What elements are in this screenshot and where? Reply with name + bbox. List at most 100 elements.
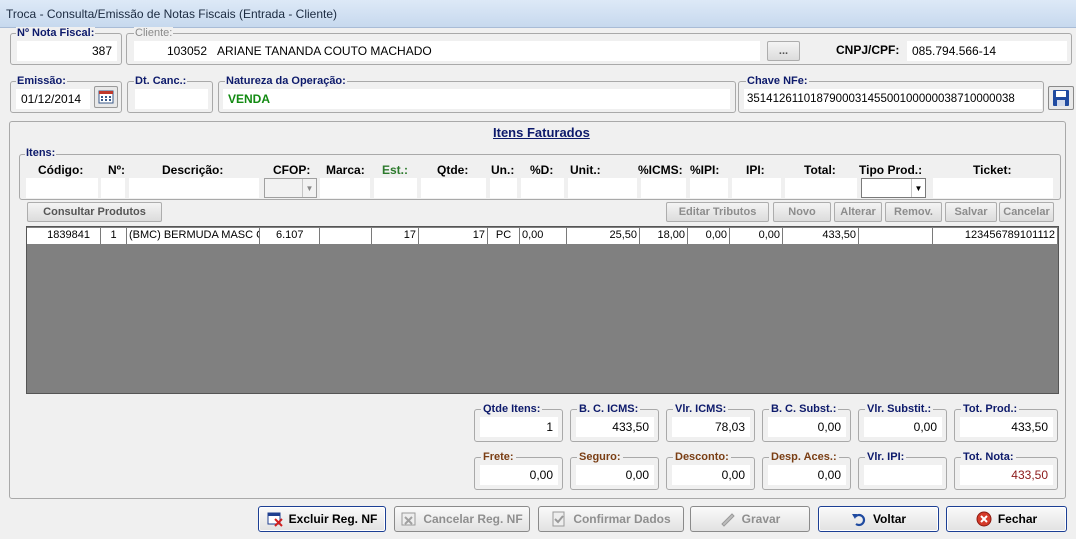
seguro-label: Seguro:	[577, 451, 623, 463]
cell-icms: 18,00	[640, 228, 688, 244]
bc-subst-field: 0,00	[768, 417, 846, 437]
nf-number-field[interactable]: 387	[17, 41, 117, 61]
chevron-down-icon: ▼	[302, 179, 316, 197]
col-ipi: IPI:	[746, 163, 765, 177]
cell-marca	[320, 228, 372, 244]
cell-num: 1	[101, 228, 127, 244]
col-total: Total:	[804, 163, 836, 177]
gravar-label: Gravar	[741, 512, 781, 526]
save-icon[interactable]	[1048, 86, 1074, 110]
dtcanc-field[interactable]	[135, 89, 208, 109]
ticket-input[interactable]	[933, 178, 1053, 198]
cancelar-reg-nf-button[interactable]: Cancelar Reg. NF	[394, 506, 530, 532]
col-tipo: Tipo Prod.:	[859, 163, 923, 177]
col-descricao: Descrição:	[162, 163, 224, 177]
alterar-button[interactable]: Alterar	[834, 202, 882, 222]
desp-field[interactable]: 0,00	[768, 465, 846, 485]
save-disk-icon	[720, 511, 736, 527]
pd-input[interactable]	[521, 178, 564, 198]
icms-input[interactable]	[641, 178, 686, 198]
cfop-select[interactable]: ▼	[264, 178, 317, 198]
calendar-icon[interactable]	[94, 86, 118, 108]
tot-nota-field: 433,50	[960, 465, 1053, 485]
nf-number-label: Nº Nota Fiscal:	[16, 27, 96, 39]
gravar-button[interactable]: Gravar	[690, 506, 810, 532]
cell-est: 17	[372, 228, 419, 244]
cell-ipi-pct: 0,00	[688, 228, 730, 244]
desconto-field[interactable]: 0,00	[672, 465, 750, 485]
cnpj-field[interactable]: 085.794.566-14	[907, 41, 1067, 61]
cliente-name-field[interactable]: ARIANE TANANDA COUTO MACHADO	[212, 41, 760, 61]
cell-pd: 0,00	[520, 228, 567, 244]
unit-input[interactable]	[568, 178, 637, 198]
seguro-field[interactable]: 0,00	[576, 465, 654, 485]
cell-qtde: 17	[419, 228, 488, 244]
vlr-subst-label: Vlr. Substit.:	[865, 403, 934, 415]
salvar-button[interactable]: Salvar	[945, 202, 997, 222]
col-icms: %ICMS:	[638, 163, 683, 177]
descricao-input[interactable]	[129, 178, 259, 198]
cnpj-label: CNPJ/CPF:	[836, 43, 900, 57]
chave-field[interactable]: 3514126110187900031455001000000387100000…	[744, 89, 1042, 109]
desconto-label: Desconto:	[673, 451, 731, 463]
tipo-select[interactable]: ▼	[861, 178, 926, 198]
vlr-subst-field: 0,00	[864, 417, 942, 437]
fechar-button[interactable]: Fechar	[946, 506, 1067, 532]
window-titlebar: Troca - Consulta/Emissão de Notas Fiscai…	[0, 0, 1076, 28]
cliente-lookup-button[interactable]: ...	[767, 41, 800, 61]
col-ipi-pct: %IPI:	[690, 163, 720, 177]
total-input[interactable]	[785, 178, 857, 198]
cell-total: 433,50	[783, 228, 859, 244]
col-un: Un.:	[491, 163, 515, 177]
vlr-ipi-field	[864, 465, 942, 485]
ipi-pct-input[interactable]	[690, 178, 728, 198]
qtde-itens-label: Qtde Itens:	[481, 403, 543, 415]
confirmar-label: Confirmar Dados	[573, 512, 671, 526]
col-pd: %D:	[530, 163, 554, 177]
ipi-input[interactable]	[732, 178, 781, 198]
est-input[interactable]	[374, 178, 417, 198]
num-input[interactable]	[101, 178, 125, 198]
natureza-field[interactable]: VENDA	[223, 89, 730, 109]
vlr-ipi-label: Vlr. IPI:	[865, 451, 907, 463]
cliente-code-field[interactable]: 103052	[134, 41, 212, 61]
voltar-button[interactable]: Voltar	[818, 506, 939, 532]
qtde-input[interactable]	[421, 178, 486, 198]
bc-icms-label: B. C. ICMS:	[577, 403, 641, 415]
col-cfop: CFOP:	[273, 163, 311, 177]
frete-label: Frete:	[481, 451, 516, 463]
bc-icms-field: 433,50	[576, 417, 654, 437]
fechar-label: Fechar	[997, 512, 1038, 526]
editar-tributos-button[interactable]: Editar Tributos	[666, 202, 769, 222]
undo-arrow-icon	[851, 511, 867, 527]
items-grid[interactable]: 1839841 1 (BMC) BERMUDA MASC C 6.107 17 …	[26, 226, 1059, 394]
confirm-icon	[551, 511, 567, 527]
emissao-field[interactable]: 01/12/2014	[16, 89, 90, 109]
col-qtde: Qtde:	[437, 163, 469, 177]
cell-tipo	[859, 228, 933, 244]
tot-prod-label: Tot. Prod.:	[961, 403, 1020, 415]
novo-button[interactable]: Novo	[773, 202, 831, 222]
desp-label: Desp. Aces.:	[769, 451, 839, 463]
cell-un: PC	[488, 228, 520, 244]
marca-input[interactable]	[320, 178, 370, 198]
frete-field[interactable]: 0,00	[480, 465, 558, 485]
cliente-label: Cliente:	[134, 27, 174, 39]
consultar-produtos-button[interactable]: Consultar Produtos	[27, 202, 162, 222]
chevron-down-icon: ▼	[911, 179, 925, 197]
remover-button[interactable]: Remov.	[885, 202, 942, 222]
confirmar-dados-button[interactable]: Confirmar Dados	[538, 506, 684, 532]
cancel-document-icon	[401, 511, 417, 527]
cell-cfop: 6.107	[260, 228, 320, 244]
un-input[interactable]	[490, 178, 517, 198]
cell-descricao: (BMC) BERMUDA MASC C	[127, 228, 260, 244]
natureza-label: Natureza da Operação:	[225, 75, 347, 87]
cancelar-button[interactable]: Cancelar	[999, 202, 1054, 222]
items-title: Itens Faturados	[493, 125, 590, 140]
excluir-reg-nf-button[interactable]: Excluir Reg. NF	[258, 506, 386, 532]
cell-ticket: 123456789101112	[933, 228, 1058, 244]
excluir-label: Excluir Reg. NF	[288, 512, 378, 526]
table-row[interactable]: 1839841 1 (BMC) BERMUDA MASC C 6.107 17 …	[27, 228, 1058, 244]
codigo-input[interactable]	[26, 178, 98, 198]
col-num: Nº:	[108, 163, 126, 177]
